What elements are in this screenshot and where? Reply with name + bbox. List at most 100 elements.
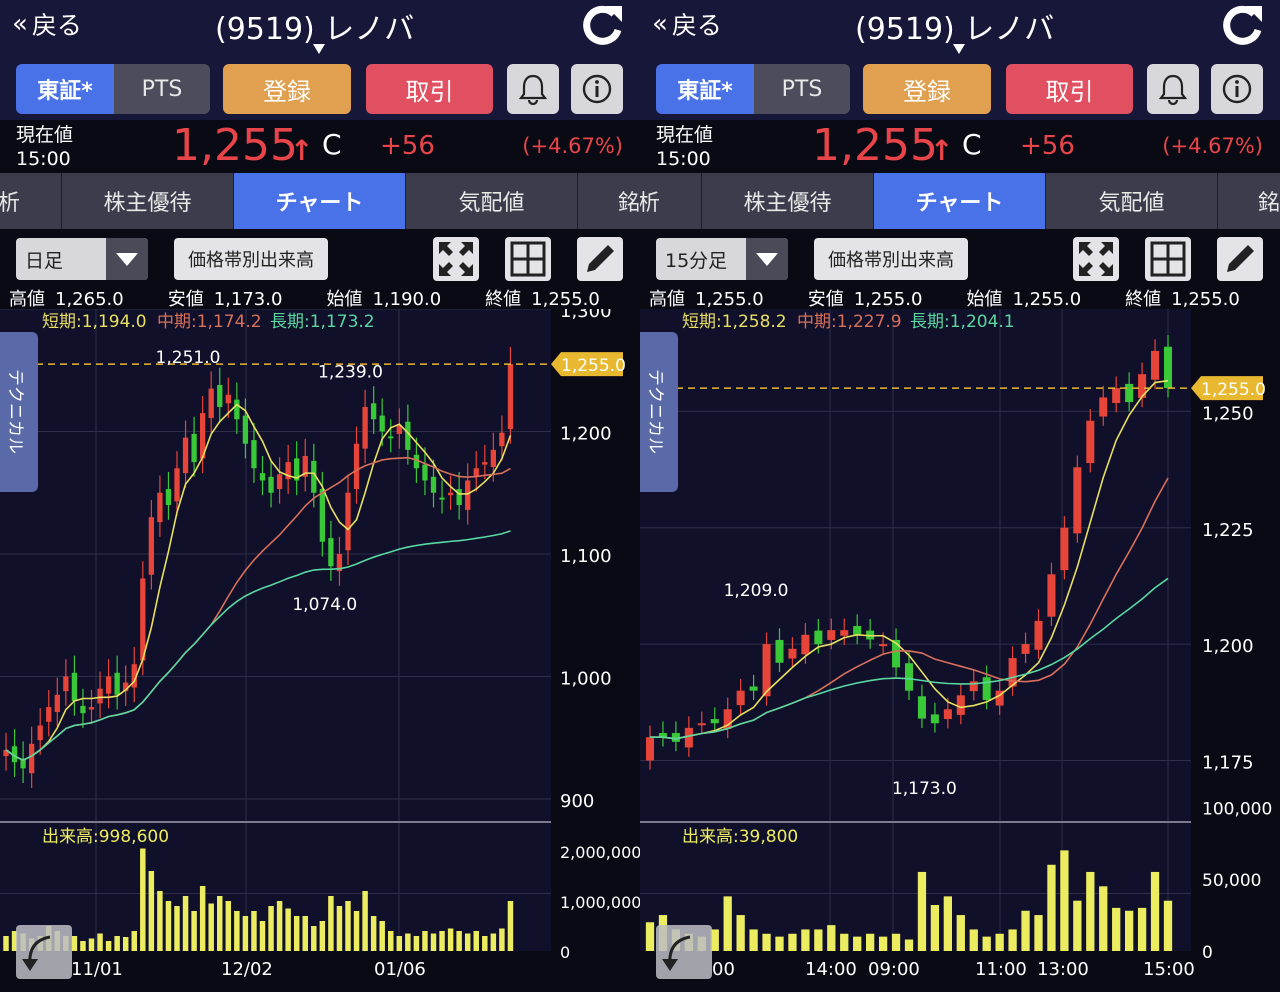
stock-title[interactable]: (9519) レノバ <box>215 4 414 48</box>
price-annotation: 1,239.0 <box>318 363 383 383</box>
fullscreen-button[interactable] <box>1073 237 1119 281</box>
volume-bar <box>1112 907 1121 951</box>
alert-button[interactable] <box>507 64 559 114</box>
axis-background <box>551 309 640 992</box>
candle-body <box>182 437 189 474</box>
volume-tick-label: 50,000 <box>1202 871 1261 891</box>
price-label-block: 現在値 15:00 <box>656 123 713 171</box>
tab-shareholder-benefits[interactable]: 株主優待 <box>62 173 234 229</box>
candle-body <box>507 364 514 430</box>
back-button[interactable]: « 戻る <box>12 6 82 42</box>
candle-body <box>140 578 146 661</box>
candle-body <box>88 707 95 710</box>
action-bar: 東証* PTS 登録 取引 <box>0 56 640 120</box>
candle-body <box>1112 388 1121 404</box>
tab-quotes[interactable]: 気配値 <box>406 173 578 229</box>
volume-bar <box>165 901 172 951</box>
volume-tick-label: 0 <box>560 943 570 962</box>
back-button[interactable]: « 戻る <box>652 6 722 42</box>
tab-shareholder-benefits[interactable]: 株主優待 <box>702 173 874 229</box>
volume-bar <box>1021 910 1030 951</box>
ma-legend-mid: 中期:1,174.2 <box>157 312 262 332</box>
low-label: 安値 <box>807 289 844 310</box>
tab-chart[interactable]: チャート <box>874 173 1046 229</box>
fullscreen-icon <box>439 242 473 276</box>
candle-body <box>105 676 112 694</box>
candlestick-chart[interactable]: 1,300 1,200 1,100 1,000 900 2,000,000 1,000,00… <box>0 309 640 992</box>
stock-title[interactable]: (9519) レノバ <box>855 4 1054 48</box>
candle-body <box>242 415 249 444</box>
refresh-icon[interactable] <box>1218 0 1268 50</box>
tab-analysis[interactable]: 析 <box>640 173 702 229</box>
volume-bar <box>723 896 732 951</box>
technical-tab-label: テクニカル <box>645 369 665 454</box>
period-select[interactable]: 15分足 <box>656 238 788 280</box>
chart-svg[interactable]: 1,300 1,200 1,100 1,000 900 2,000,000 1,000,00… <box>0 309 640 992</box>
technical-tab[interactable]: テクニカル <box>640 332 678 492</box>
grid-layout-icon <box>1150 241 1186 277</box>
tab-stock-analysis[interactable]: 銘 <box>1218 173 1280 229</box>
scroll-back-button[interactable] <box>16 925 72 979</box>
register-button[interactable]: 登録 <box>863 64 991 114</box>
candle-body <box>1034 620 1043 650</box>
register-button[interactable]: 登録 <box>223 64 351 114</box>
volume-bar <box>499 928 505 951</box>
technical-tab[interactable]: テクニカル <box>0 332 38 492</box>
candle-body <box>827 630 836 640</box>
tab-analysis[interactable]: 析 <box>0 173 62 229</box>
tab-quotes[interactable]: 気配値 <box>1046 173 1218 229</box>
chevron-down-icon[interactable] <box>953 44 965 54</box>
volume-bar <box>995 933 1004 951</box>
candle-body <box>1151 350 1160 380</box>
draw-button[interactable] <box>1217 237 1263 281</box>
volume-by-price-button[interactable]: 価格帯別出来高 <box>814 238 968 280</box>
volume-bar <box>891 933 901 951</box>
candle-body <box>917 696 926 719</box>
tse-market-tab[interactable]: 東証* <box>656 64 754 114</box>
fullscreen-button[interactable] <box>433 237 479 281</box>
volume-bar <box>1073 900 1082 951</box>
layout-button[interactable] <box>505 237 551 281</box>
volume-bar <box>464 933 471 951</box>
low-value: 1,255.0 <box>853 289 923 310</box>
alert-button[interactable] <box>1147 64 1199 114</box>
period-select[interactable]: 日足 <box>16 238 148 280</box>
scroll-back-button[interactable] <box>656 925 712 979</box>
volume-bar <box>80 941 86 951</box>
tab-stock-analysis[interactable]: 銘析 <box>578 173 640 229</box>
candle-body <box>982 677 991 700</box>
info-button[interactable] <box>571 64 623 114</box>
open-label: 始値 <box>326 289 363 310</box>
volume-bar <box>122 937 129 951</box>
tab-chart[interactable]: チャート <box>234 173 406 229</box>
candle-body <box>684 727 693 748</box>
draw-button[interactable] <box>577 237 623 281</box>
pts-market-tab[interactable]: PTS <box>754 64 850 114</box>
ma-legend-short: 短期:1,194.0 <box>42 312 147 332</box>
volume-by-price-button[interactable]: 価格帯別出来高 <box>174 238 328 280</box>
volume-bar <box>251 911 257 951</box>
pts-market-tab[interactable]: PTS <box>114 64 210 114</box>
price-bar: 現在値 15:00 1,255 ↑ C +56 (+4.67%) <box>0 120 640 174</box>
trade-button[interactable]: 取引 <box>1006 64 1133 114</box>
volume-bar <box>1034 915 1043 951</box>
volume-bar <box>362 891 368 951</box>
candle-body <box>697 723 706 726</box>
price-change: +56 <box>1020 131 1075 161</box>
trade-button[interactable]: 取引 <box>366 64 493 114</box>
chart-controls: 日足 価格帯別出来高 高値 1,265.0 安値 1,173.0 始値 1,19… <box>0 229 640 310</box>
chevron-down-icon[interactable] <box>313 44 325 54</box>
right-panel: « 戻る (9519) レノバ 東証* PTS 登録 取引 現在値 15:00 … <box>640 0 1280 992</box>
x-tick-label: 11:00 <box>975 959 1027 980</box>
tse-market-tab[interactable]: 東証* <box>16 64 114 114</box>
chart-svg[interactable]: 1,250 1,225 1,200 1,175 100,000 50,000 0 1,255.… <box>640 309 1280 992</box>
refresh-icon[interactable] <box>578 0 628 50</box>
candlestick-chart[interactable]: 1,250 1,225 1,200 1,175 100,000 50,000 0 1,255.… <box>640 309 1280 992</box>
price-time: 15:00 <box>16 148 71 170</box>
layout-button[interactable] <box>1145 237 1191 281</box>
volume-bar <box>182 896 189 951</box>
info-button[interactable] <box>1211 64 1263 114</box>
chevron-down-icon <box>746 238 788 280</box>
candle-body <box>157 492 163 523</box>
candle-body <box>439 497 445 500</box>
